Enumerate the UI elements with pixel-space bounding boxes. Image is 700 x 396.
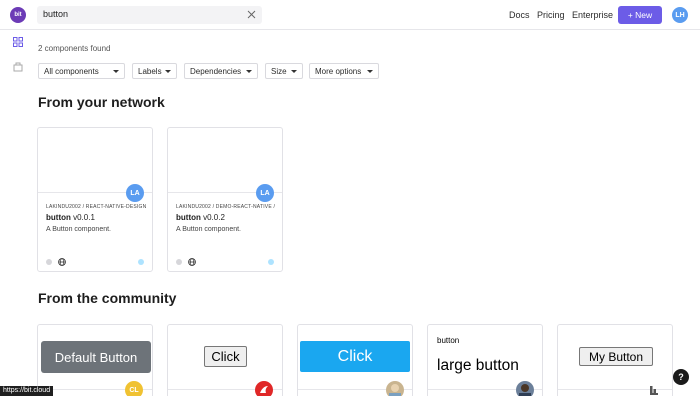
clear-search-icon[interactable] [246, 8, 257, 21]
scope-icon[interactable] [13, 62, 23, 72]
status-dot [46, 259, 52, 265]
component-description: A Button component. [46, 226, 111, 233]
component-version: v0.0.2 [203, 213, 225, 222]
globe-icon [188, 258, 196, 266]
community-card[interactable]: Click [297, 324, 413, 396]
filter-labels[interactable]: Labels [132, 63, 177, 79]
owner-logo-icon [650, 386, 658, 395]
preview-my-button: My Button [579, 347, 653, 366]
component-version: v0.0.1 [73, 213, 95, 222]
nav-docs[interactable]: Docs [509, 10, 530, 20]
chevron-down-icon [165, 70, 171, 73]
filter-label: All components [44, 66, 99, 76]
preview-click-button: Click [204, 346, 247, 367]
preview-click-button: Click [300, 341, 410, 372]
filter-more-options[interactable]: More options [309, 63, 379, 79]
filter-dependencies[interactable]: Dependencies [184, 63, 258, 79]
brand-logo-icon [260, 386, 268, 393]
community-card[interactable]: Default Button CL [37, 324, 153, 396]
preview-small-label: button [437, 336, 460, 345]
chevron-down-icon [367, 70, 373, 73]
bit-logo[interactable]: bit [10, 7, 26, 23]
community-card[interactable]: My Button [557, 324, 673, 396]
nav-pricing[interactable]: Pricing [537, 10, 565, 20]
owner-avatar [255, 381, 273, 396]
filter-all-components[interactable]: All components [38, 63, 125, 79]
results-count: 2 components found [38, 44, 111, 53]
preview-large-button: large button [437, 357, 519, 374]
env-dot [138, 259, 144, 265]
filter-label: Labels [138, 66, 162, 76]
filter-size[interactable]: Size [265, 63, 303, 79]
filter-label: Size [271, 66, 287, 76]
search-bar[interactable]: button [37, 6, 262, 24]
filter-label: More options [315, 66, 362, 76]
component-name[interactable]: button v0.0.1 [46, 213, 95, 222]
owner-avatar: LA [126, 184, 144, 202]
section-title-community: From the community [38, 290, 177, 306]
component-card[interactable]: LA LAKINDU2002 / REACT-NATIVE-DESIGN... … [37, 127, 153, 272]
chevron-down-icon [113, 70, 119, 73]
chevron-down-icon [246, 70, 252, 73]
component-path[interactable]: LAKINDU2002 / REACT-NATIVE-DESIGN... [46, 204, 146, 210]
community-card[interactable]: Click [167, 324, 283, 396]
owner-avatar: LA [256, 184, 274, 202]
owner-avatar [516, 381, 534, 396]
new-button[interactable]: + New [618, 6, 662, 24]
user-photo-icon [519, 384, 531, 396]
owner-avatar [386, 381, 404, 396]
user-photo-icon [389, 384, 401, 396]
chevron-down-icon [291, 70, 297, 73]
section-title-network: From your network [38, 94, 165, 110]
community-card[interactable]: button large button [427, 324, 543, 396]
status-bar-url: https://bit.cloud [0, 386, 54, 396]
component-card[interactable]: LA LAKINDU2002 / DEMO-REACT-NATIVE / ...… [167, 127, 283, 272]
status-dot [176, 259, 182, 265]
search-input[interactable]: button [43, 9, 68, 19]
component-description: A Button component. [176, 226, 241, 233]
filter-label: Dependencies [190, 66, 242, 76]
preview-default-button: Default Button [41, 341, 151, 373]
owner-avatar: CL [125, 381, 143, 396]
nav-enterprise[interactable]: Enterprise [572, 10, 613, 20]
component-path[interactable]: LAKINDU2002 / DEMO-REACT-NATIVE / ... [176, 204, 276, 210]
top-bar: bit button Docs Pricing Enterprise + New… [0, 0, 700, 30]
env-dot [268, 259, 274, 265]
component-name[interactable]: button v0.0.2 [176, 213, 225, 222]
user-avatar[interactable]: LH [672, 7, 688, 23]
globe-icon [58, 258, 66, 266]
grid-icon[interactable] [13, 37, 23, 47]
help-button[interactable]: ? [673, 369, 689, 385]
